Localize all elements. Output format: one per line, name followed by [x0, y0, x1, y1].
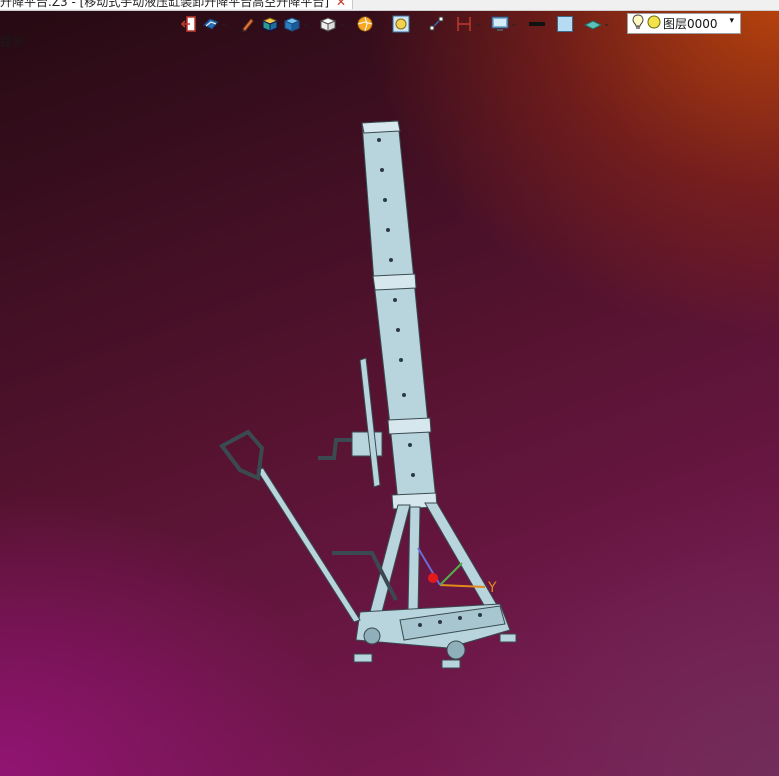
mast-joint-lower: [387, 417, 432, 435]
lifting-platform-model[interactable]: Y: [0, 0, 779, 776]
leveling-foot: [499, 633, 517, 643]
pump-handle-bar: [256, 467, 361, 623]
pump-handle-grip: [219, 429, 265, 481]
wheel: [363, 627, 381, 645]
mast-lower-section: [389, 422, 437, 503]
origin-marker: [428, 573, 438, 583]
winch-box: [351, 431, 383, 457]
crank-handle: [318, 438, 352, 460]
axis-y-label: Y: [487, 580, 497, 596]
axis-x-line: [439, 562, 463, 586]
mast-joint-upper: [372, 273, 417, 291]
leveling-foot: [441, 659, 461, 669]
leveling-foot: [353, 653, 373, 663]
mast-upper-section: [361, 120, 415, 283]
rack-bar: [359, 357, 381, 488]
mast-top-cap: [361, 120, 401, 134]
wheel: [446, 640, 466, 660]
leg-center: [407, 506, 421, 613]
mast-middle-section: [373, 279, 429, 426]
